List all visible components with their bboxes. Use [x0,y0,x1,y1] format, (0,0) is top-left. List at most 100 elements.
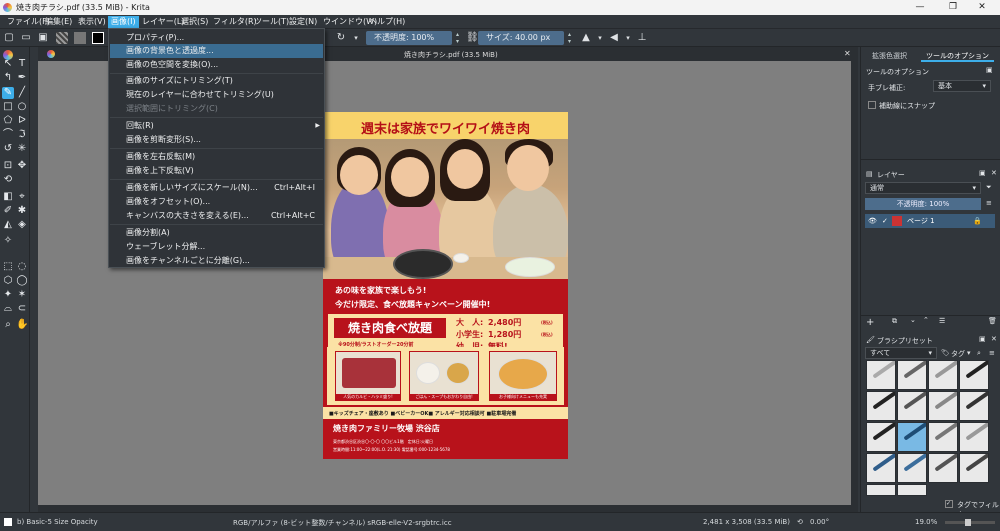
rotation-value[interactable]: 0.00° [810,518,829,526]
size-spin-arrows[interactable]: ▴ ▾ [565,31,574,45]
brush-preset[interactable] [897,453,927,483]
tab-tool-options[interactable]: ツールのオプション [921,50,994,62]
polyline-tool-icon[interactable]: ᐅ [16,115,28,127]
menu-item-shear[interactable]: 画像を剪断変形(S)... [110,133,323,147]
gradient-selector-icon[interactable] [56,32,68,44]
layer-opacity-slider[interactable]: 不透明度: 100% [865,198,981,210]
ellipse-tool-icon[interactable]: ○ [16,101,28,113]
move-up-icon[interactable]: ⌃ [923,316,929,324]
menu-image[interactable]: 画像(I) [108,16,139,28]
menu-item-mirror-vertical[interactable]: 画像を上下反転(V) [110,164,323,178]
filter-by-tag-checkbox[interactable]: ✓ [945,500,953,508]
menu-item-trim-to-layer[interactable]: 現在のレイヤーに合わせてトリミング(U) [110,88,323,102]
brush-tool-icon[interactable]: ✎ [2,87,14,99]
smart-patch-icon[interactable]: ✱ [16,205,28,217]
multibrush-icon[interactable]: ✳ [16,143,28,155]
brush-preset[interactable] [866,484,896,496]
brush-preset[interactable] [897,391,927,421]
brush-preset[interactable] [866,391,896,421]
save-icon[interactable]: ▣ [37,32,49,44]
move-tool-icon[interactable]: ✥ [16,160,28,172]
similar-select-icon[interactable]: ✶ [16,289,28,301]
menu-view[interactable]: 表示(V) [75,16,109,28]
mirror-vertical-icon[interactable]: ◀ [608,32,620,44]
fill-tool-icon[interactable]: ◭ [2,219,14,231]
tag-icon[interactable]: 🏷 [941,349,950,357]
calligraphy-icon[interactable]: ✒ [16,72,28,84]
line-tool-icon[interactable]: ╱ [16,87,28,99]
layer-checkbox[interactable]: ✓ [882,214,888,228]
enclose-fill-icon[interactable]: ◈ [16,219,28,231]
brush-preset[interactable] [928,360,958,390]
size-slider[interactable]: サイズ: 40.00 px [478,31,564,45]
zoom-tool-icon[interactable]: ⌕ [2,319,14,331]
gradient-tool-icon[interactable]: ◧ [2,191,14,203]
wrap-around-icon[interactable]: ⊥ [636,32,648,44]
brush-preset[interactable] [959,422,989,452]
polygon-select-icon[interactable]: ⬡ [2,275,14,287]
menu-item-separate-channels[interactable]: 画像をチャンネルごとに分離(G)... [110,254,323,268]
layer-row[interactable]: 👁 ✓ ページ 1 🔒 [865,214,995,228]
search-icon[interactable]: ⌕ [977,349,981,358]
menu-edit[interactable]: 編集(E) [42,16,75,28]
zoom-slider[interactable] [945,519,995,526]
close-panel-icon[interactable]: ✕ [991,169,997,177]
brush-preset[interactable] [959,360,989,390]
contiguous-select-icon[interactable]: ✦ [2,289,14,301]
menu-item-mirror-horizontal[interactable]: 画像を左右反転(M) [110,150,323,164]
link-icon[interactable]: ⛓ [466,32,479,44]
magnetic-select-icon[interactable]: ⊂ [16,303,28,315]
menu-item-scale[interactable]: 画像を新しいサイズにスケール(N)... Ctrl+Alt+I [110,181,323,195]
colorize-mask-icon[interactable]: ✐ [2,205,14,217]
brush-preset[interactable] [928,391,958,421]
brush-preset[interactable] [928,453,958,483]
blend-mode-select[interactable]: 通常 ▾ [865,182,981,194]
menu-help[interactable]: ヘルプ(H) [366,16,408,28]
menu-settings[interactable]: 設定(N) [286,16,320,28]
snap-checkbox[interactable] [868,101,876,109]
dynamic-brush-icon[interactable]: ↺ [2,143,14,155]
tab-advanced-color[interactable]: 拡張色選択 [867,50,912,62]
tag-label[interactable]: タグ [951,349,965,359]
menu-item-offset[interactable]: 画像をオフセット(O)... [110,195,323,209]
dropdown-icon[interactable]: ▾ [622,32,634,44]
menu-item-wavelet[interactable]: ウェーブレット分解... [110,240,323,254]
menu-icon[interactable]: ≡ [989,349,995,357]
assistant-tool-icon[interactable]: ✧ [2,235,14,247]
visibility-eye-icon[interactable]: 👁 [868,214,877,228]
opacity-slider[interactable]: 不透明度: 100% [366,31,452,45]
transform-tool-icon[interactable]: ⟲ [2,174,14,186]
close-document-icon[interactable]: ✕ [844,49,851,58]
duplicate-layer-icon[interactable]: ⧉ [892,317,897,326]
new-document-icon[interactable]: ▢ [3,32,15,44]
move-down-icon[interactable]: ⌄ [910,316,916,324]
close-button[interactable]: ✕ [962,0,1000,15]
current-brush[interactable]: b) Basic-5 Size Opacity [17,518,98,526]
chevron-down-icon[interactable]: ▾ [967,349,971,357]
brush-preset[interactable] [897,484,927,496]
filter-icon[interactable]: ⏷ [986,183,992,192]
document-tab[interactable]: 焼き肉チラシ.pdf (33.5 MiB) [404,50,498,60]
properties-icon[interactable]: ☰ [939,317,945,325]
pan-tool-icon[interactable]: ✋ [16,319,28,331]
polygon-tool-icon[interactable]: ⬠ [2,115,14,127]
menu-item-rotate[interactable]: 回転(R) ▶ [110,119,323,133]
menu-item-properties[interactable]: プロパティ(P)... [110,31,323,45]
dropdown-icon[interactable]: ▾ [350,32,362,44]
menu-item-trim-to-image[interactable]: 画像のサイズにトリミング(T) [110,74,323,88]
menu-icon[interactable]: ≡ [986,199,992,207]
close-panel-icon[interactable]: ✕ [991,335,997,343]
menu-select[interactable]: 選択(S) [178,16,211,28]
zoom-value[interactable]: 19.0% [915,518,937,526]
pattern-selector-icon[interactable] [74,32,86,44]
menu-item-canvas-size[interactable]: キャンバスの大きさを変える(E)... Ctrl+Alt+C [110,209,323,223]
crop-tool-icon[interactable]: ⊡ [2,160,14,172]
brush-preset[interactable] [897,360,927,390]
brush-preset-selected[interactable] [897,422,927,452]
color-picker-icon[interactable]: ⌖ [16,191,28,203]
opacity-spin-arrows[interactable]: ▴ ▾ [453,31,462,45]
brush-preset[interactable] [866,360,896,390]
horizontal-scrollbar[interactable] [38,505,858,512]
reload-preset-icon[interactable]: ↻ [335,32,347,44]
edit-shapes-icon[interactable]: ↰ [2,72,14,84]
